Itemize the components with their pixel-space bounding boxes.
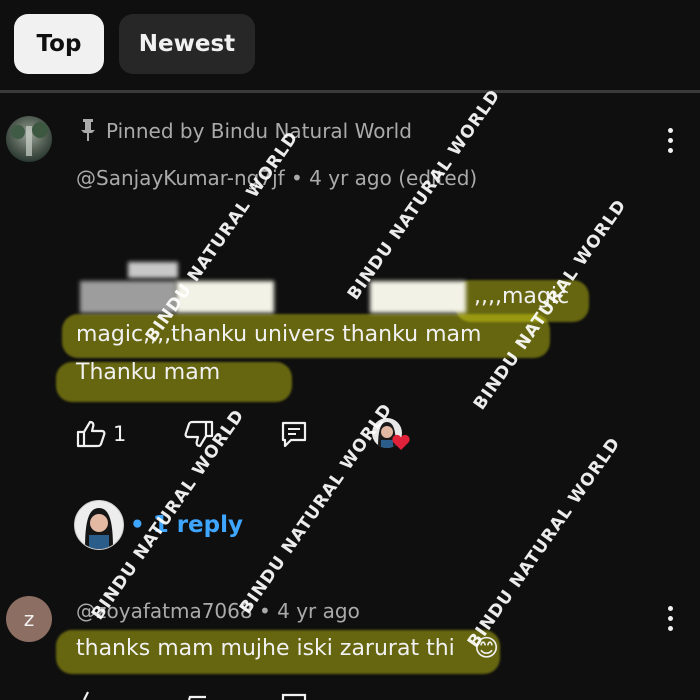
avatar-letter: z bbox=[23, 607, 35, 631]
user-avatar-zoya[interactable]: z bbox=[6, 596, 52, 642]
like-icon[interactable] bbox=[76, 690, 106, 700]
reply-icon[interactable] bbox=[280, 420, 308, 448]
pin-icon bbox=[81, 119, 95, 141]
reply-icon[interactable] bbox=[280, 692, 308, 700]
comment-text-line2: magic,,,,thanku univers thanku mam bbox=[76, 322, 482, 347]
like-icon[interactable] bbox=[76, 420, 106, 448]
pinned-label: Pinned by Bindu Natural World bbox=[106, 119, 412, 143]
watermark: BINDU NATURAL WORLD bbox=[235, 399, 397, 618]
comment-text-line3: Thanku mam bbox=[76, 360, 221, 385]
heart-icon bbox=[392, 434, 410, 450]
blurred-text bbox=[128, 262, 178, 278]
watermark: BINDU NATURAL WORLD bbox=[463, 433, 625, 652]
reply-avatar[interactable] bbox=[74, 500, 124, 550]
comment-text-zoya: thanks mam mujhe iski zarurat thi bbox=[76, 636, 455, 661]
filter-top-chip[interactable]: Top bbox=[14, 14, 104, 74]
user-avatar[interactable] bbox=[6, 116, 52, 162]
dislike-icon[interactable] bbox=[184, 694, 214, 700]
more-vert-icon[interactable] bbox=[668, 128, 674, 158]
more-vert-icon[interactable] bbox=[668, 606, 674, 636]
like-count: 1 bbox=[113, 422, 127, 446]
filter-newest-chip[interactable]: Newest bbox=[119, 14, 255, 74]
divider bbox=[0, 90, 700, 93]
blurred-text bbox=[370, 281, 466, 313]
